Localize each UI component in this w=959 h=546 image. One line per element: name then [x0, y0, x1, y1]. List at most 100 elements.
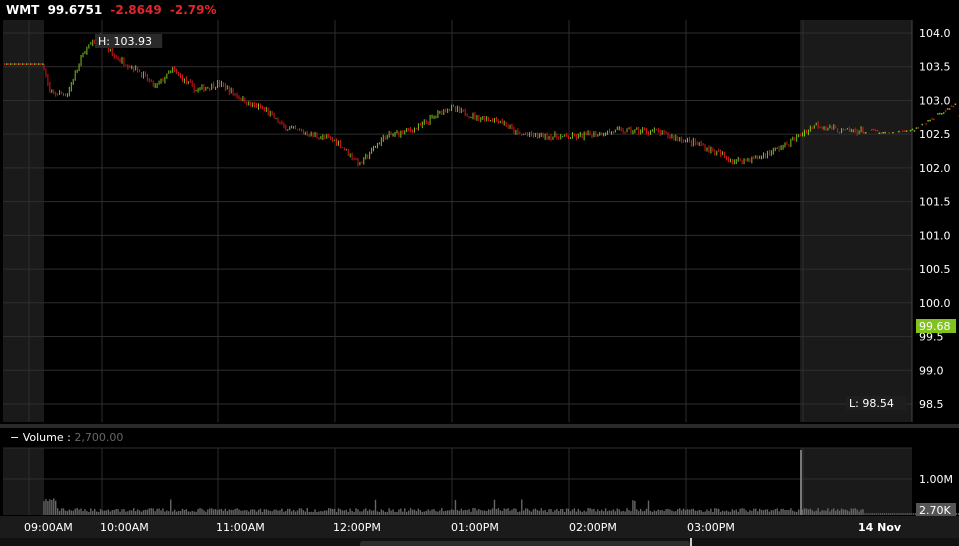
volume-bar: [758, 508, 761, 515]
volume-bar: [519, 511, 521, 515]
volume-bar: [435, 511, 437, 515]
volume-bar: [626, 508, 628, 515]
candle: [876, 130, 879, 132]
candle: [952, 105, 955, 108]
volume-bar: [634, 500, 636, 515]
volume-bar: [271, 511, 273, 515]
volume-bar: [88, 511, 90, 515]
volume-bar: [238, 509, 240, 515]
candle: [4, 63, 6, 65]
volume-bar: [809, 508, 812, 515]
volume-bar: [304, 511, 306, 515]
volume-bar: [786, 510, 788, 515]
candle: [917, 127, 920, 129]
volume-bar: [484, 510, 486, 515]
volume-bar: [903, 513, 905, 515]
volume-bar: [382, 510, 384, 515]
volume-bar: [649, 510, 652, 515]
navigator-handle[interactable]: [690, 538, 692, 546]
candle: [28, 63, 30, 65]
candle: [16, 63, 18, 65]
volume-bar: [774, 509, 776, 515]
price-chart[interactable]: 104.0 103.5 103.0 102.5 102.0 101.5 101.0 100.5…: [0, 0, 959, 546]
candle: [944, 110, 947, 112]
volume-bar: [638, 510, 640, 515]
volume-bar: [351, 510, 353, 515]
volume-bar: [876, 513, 878, 515]
volume-bar: [702, 511, 704, 515]
volume-bar: [296, 510, 299, 515]
volume-bar: [226, 511, 228, 515]
volume-bar: [121, 509, 123, 515]
y-tick-label: 102.0: [919, 162, 951, 175]
volume-bar: [138, 510, 141, 515]
collapse-volume-button[interactable]: −: [10, 431, 19, 444]
volume-bar: [856, 509, 858, 515]
volume-bar: [134, 511, 137, 515]
volume-bar: [185, 509, 188, 515]
volume-bar: [840, 508, 843, 515]
volume-bar: [618, 509, 620, 515]
y-tick-label: 103.0: [919, 94, 951, 107]
candle: [12, 63, 14, 65]
volume-bar: [335, 511, 338, 515]
candle: [6, 63, 8, 65]
volume-bar: [536, 509, 539, 515]
volume-bar: [267, 510, 269, 515]
volume-bar: [74, 508, 76, 515]
volume-bar: [889, 513, 891, 515]
volume-bar: [546, 511, 548, 515]
volume-bar: [359, 511, 361, 515]
candle: [931, 118, 933, 120]
volume-bar: [115, 508, 117, 515]
navigator-range[interactable]: [360, 541, 690, 546]
volume-bar: [907, 513, 909, 515]
volume-bar: [374, 499, 377, 515]
volume-bar: [415, 511, 418, 515]
volume-bar: [874, 513, 876, 515]
volume-bar: [782, 508, 784, 515]
volume-bar: [294, 511, 297, 515]
volume-bar: [643, 510, 646, 515]
volume-bar: [860, 509, 862, 515]
volume-bar: [747, 511, 749, 515]
volume-bar: [277, 510, 279, 515]
volume-bar: [390, 510, 392, 515]
volume-bar: [429, 510, 431, 515]
volume-bar: [838, 510, 841, 515]
volume-bar: [673, 511, 675, 515]
volume-bar: [587, 508, 589, 515]
volume-bar: [380, 509, 383, 515]
volume-bar: [56, 508, 59, 515]
volume-bar: [43, 501, 45, 515]
panel-divider[interactable]: [0, 424, 959, 428]
volume-bar: [466, 510, 468, 515]
volume-bar: [911, 513, 913, 515]
volume-bar: [406, 511, 408, 515]
premarket-volume-shade: [3, 448, 44, 515]
volume-bar: [62, 508, 65, 515]
volume-bar: [195, 511, 197, 515]
volume-bar: [741, 508, 743, 515]
volume-bar: [901, 513, 903, 515]
volume-bar: [872, 513, 874, 515]
candle: [884, 131, 886, 134]
candle: [882, 132, 884, 134]
volume-bar: [329, 508, 332, 515]
volume-bar: [413, 509, 416, 515]
volume-bar: [205, 511, 207, 515]
y-tick-label: 102.5: [919, 128, 951, 141]
volume-bar: [101, 510, 104, 515]
volume-bar: [94, 508, 96, 515]
volume-bar: [749, 510, 751, 515]
volume-bar: [331, 509, 334, 515]
volume-bar: [372, 510, 375, 515]
volume-bar: [628, 510, 630, 515]
volume-bar: [599, 511, 601, 515]
volume-bar: [86, 511, 88, 515]
volume-bar: [287, 508, 289, 515]
volume-bar: [753, 508, 755, 515]
volume-bar: [423, 511, 425, 515]
volume-bar: [523, 510, 525, 515]
volume-bar: [105, 510, 108, 515]
